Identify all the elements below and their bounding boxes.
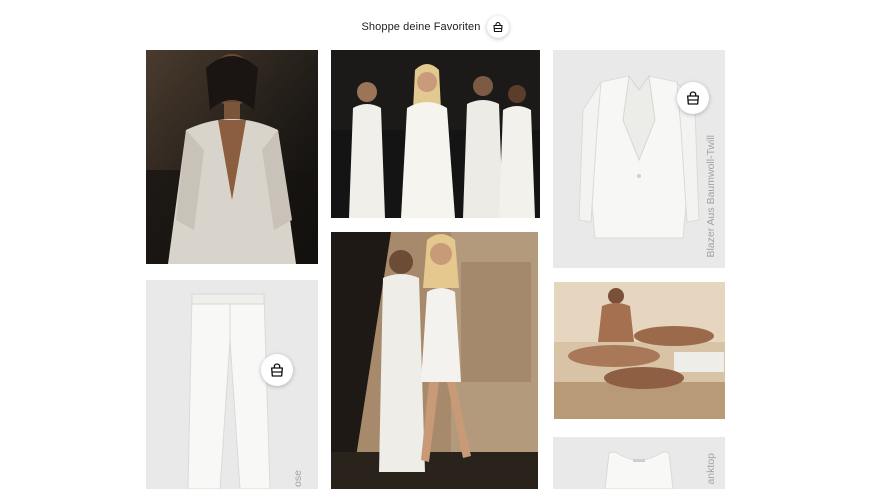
fashion-photo-image <box>146 50 318 264</box>
photo-beach-group[interactable] <box>554 282 725 419</box>
fashion-photo-image <box>554 282 725 419</box>
fashion-photo-image <box>331 50 540 218</box>
shopping-bag-icon <box>687 91 699 105</box>
product-label: Blazer Aus Baumwoll-Twill <box>705 135 717 258</box>
tanktop-image <box>604 451 674 489</box>
photo-street-walk[interactable] <box>331 232 538 489</box>
shopping-bag-button[interactable] <box>486 16 509 38</box>
favorites-header: Shoppe deine Favoriten <box>0 12 870 42</box>
shopping-bag-icon <box>492 21 503 33</box>
add-to-bag-button[interactable] <box>261 354 293 386</box>
product-label: anktop <box>705 453 717 485</box>
shopping-bag-icon <box>271 363 283 377</box>
photo-group-white-suits[interactable] <box>331 50 540 218</box>
fashion-photo-image <box>331 232 538 489</box>
product-blazer[interactable]: Blazer Aus Baumwoll-Twill <box>553 50 725 268</box>
favorites-heading: Shoppe deine Favoriten <box>361 21 481 33</box>
photo-man-denim-jacket[interactable] <box>146 50 318 264</box>
add-to-bag-button[interactable] <box>677 82 709 114</box>
pants-image <box>187 293 271 489</box>
product-pants[interactable]: ose <box>146 280 318 489</box>
product-label: ose <box>292 470 304 487</box>
product-tanktop[interactable]: anktop <box>553 437 725 489</box>
